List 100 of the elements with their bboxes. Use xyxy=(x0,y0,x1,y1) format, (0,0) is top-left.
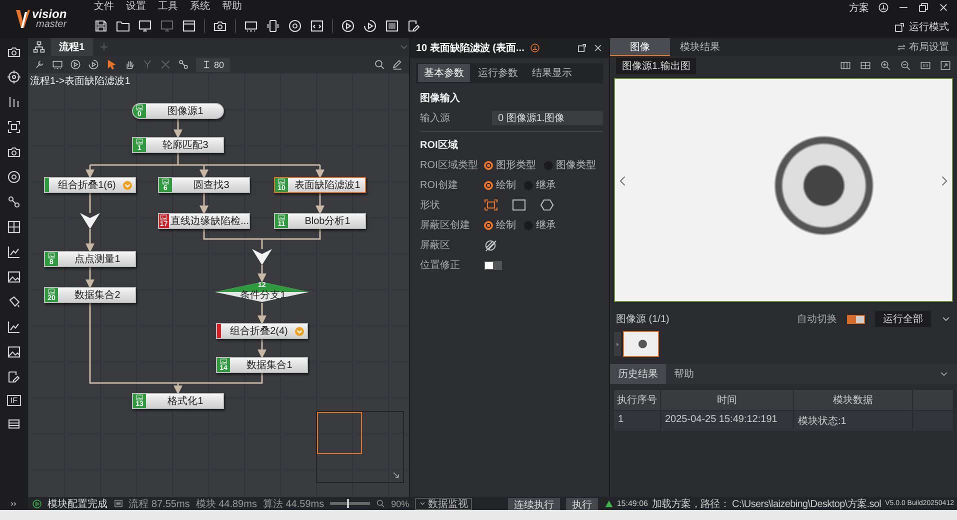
nodes-icon[interactable] xyxy=(178,59,189,70)
minimap[interactable] xyxy=(316,411,404,483)
grid-icon[interactable] xyxy=(7,220,21,234)
search-icon[interactable] xyxy=(374,59,385,70)
zoom-out-icon[interactable] xyxy=(900,60,911,71)
window-icon[interactable] xyxy=(182,18,196,32)
device-icon[interactable] xyxy=(266,18,280,32)
resize-icon[interactable] xyxy=(392,471,400,479)
target-icon[interactable] xyxy=(7,170,21,184)
run-button[interactable]: 连续执行 xyxy=(508,498,560,510)
hand-icon[interactable] xyxy=(124,59,135,70)
logic-tool-button[interactable]: IF xyxy=(7,395,21,406)
list-window-icon[interactable] xyxy=(385,18,399,32)
frame-icon[interactable] xyxy=(7,120,21,134)
module-icon xyxy=(48,252,55,259)
hexagon-icon[interactable] xyxy=(540,199,554,211)
replay-icon[interactable] xyxy=(88,59,99,70)
radio-button[interactable]: 继承 xyxy=(524,178,556,192)
actual-size-icon[interactable] xyxy=(920,60,931,71)
save-icon[interactable] xyxy=(94,18,108,32)
menu-item[interactable]: 文件 xyxy=(94,0,114,12)
view-tab[interactable]: 图像 xyxy=(610,38,670,56)
nodes-icon[interactable] xyxy=(7,195,21,209)
result-tab[interactable]: 历史结果 xyxy=(610,364,666,384)
log-icon[interactable] xyxy=(114,499,123,508)
flow-tab[interactable]: 流程1 xyxy=(51,38,93,56)
replay-icon[interactable] xyxy=(363,18,377,32)
pen-icon[interactable] xyxy=(392,59,403,70)
play-icon[interactable] xyxy=(32,498,42,508)
result-tab[interactable]: 帮助 xyxy=(666,364,702,384)
target-icon[interactable] xyxy=(288,18,302,32)
image-dropdown[interactable]: 图像源1.输出图 xyxy=(616,58,696,74)
zoom-in-icon[interactable] xyxy=(880,60,891,71)
merge-node xyxy=(252,249,272,265)
camera-icon[interactable] xyxy=(213,18,227,32)
cursor-icon[interactable] xyxy=(106,59,117,70)
input-source-dropdown[interactable]: 0 图像源1.图像 xyxy=(492,111,603,125)
code-window-icon[interactable] xyxy=(310,18,324,32)
flow-node[interactable]: 组合折叠2(4) xyxy=(216,323,308,339)
image-thumbnail[interactable] xyxy=(623,331,659,357)
play-icon[interactable] xyxy=(70,59,81,70)
close-icon[interactable] xyxy=(593,43,603,53)
close-icon[interactable] xyxy=(938,2,949,13)
view-tab[interactable]: 模块结果 xyxy=(670,38,730,56)
rectangle-icon[interactable] xyxy=(512,199,526,211)
crosshair-icon[interactable] xyxy=(860,60,871,71)
menu-item[interactable]: 设置 xyxy=(126,0,146,12)
fit-icon[interactable] xyxy=(940,60,951,71)
chart-icon[interactable] xyxy=(7,245,21,259)
menu-item[interactable]: 工具 xyxy=(158,0,178,12)
zoom-icon[interactable] xyxy=(376,499,386,508)
radio-button[interactable]: 继承 xyxy=(524,218,556,232)
data-monitor-button[interactable]: 数据监视 xyxy=(415,498,472,510)
image-icon[interactable] xyxy=(7,345,21,359)
toggle-switch[interactable] xyxy=(484,260,502,270)
camera-icon[interactable] xyxy=(7,45,21,59)
param-tab[interactable]: 结果显示 xyxy=(526,64,578,82)
spacing-field[interactable]: 80 xyxy=(196,58,230,72)
run-mode-button[interactable]: 运行模式 xyxy=(894,20,949,34)
columns-icon[interactable] xyxy=(840,60,851,71)
field-label: 形状 xyxy=(420,198,441,212)
crosshair-icon[interactable] xyxy=(7,70,21,84)
wrench-icon[interactable] xyxy=(34,59,45,70)
expander-button[interactable] xyxy=(614,332,621,356)
module-icon xyxy=(160,214,168,221)
flow-node[interactable]: 组合折叠1(6) xyxy=(44,177,136,193)
layout-settings-button[interactable]: 布局设置 xyxy=(891,38,957,56)
toggle-switch[interactable] xyxy=(847,314,865,324)
radio-button[interactable]: 图形类型 xyxy=(484,158,536,172)
scheme-menu[interactable]: 方案 xyxy=(849,0,869,14)
help-icon[interactable] xyxy=(530,43,540,53)
radio-button[interactable]: 图像类型 xyxy=(544,158,596,172)
table-icon[interactable] xyxy=(7,417,21,431)
camera-icon[interactable] xyxy=(7,145,21,159)
zoom-slider-thumb[interactable] xyxy=(347,499,350,508)
folder-icon[interactable] xyxy=(116,18,130,32)
edit-icon[interactable] xyxy=(407,18,421,32)
monitor-icon[interactable] xyxy=(138,18,152,32)
run-all-dropdown[interactable]: 运行全部 xyxy=(875,311,931,327)
play-icon[interactable] xyxy=(341,18,355,32)
edit-icon[interactable] xyxy=(7,370,21,384)
bucket-icon[interactable] xyxy=(7,295,21,309)
hatched-circle-icon[interactable] xyxy=(484,238,497,252)
run-button[interactable]: 执行 xyxy=(566,498,598,510)
dial-icon[interactable] xyxy=(878,2,889,13)
double-chevron-icon[interactable] xyxy=(10,500,18,508)
menu-item[interactable]: 系统 xyxy=(190,0,210,12)
radio-button[interactable]: 绘制 xyxy=(484,218,516,232)
popout-icon[interactable] xyxy=(577,43,587,53)
chart-icon[interactable] xyxy=(7,320,21,334)
param-tab[interactable]: 基本参数 xyxy=(418,64,470,82)
bars-icon[interactable] xyxy=(7,95,21,109)
restore-icon[interactable] xyxy=(918,2,929,13)
frame-icon[interactable] xyxy=(484,199,498,211)
image-icon[interactable] xyxy=(7,270,21,284)
menu-item[interactable]: 帮助 xyxy=(222,0,242,12)
flow-icon[interactable] xyxy=(33,41,45,53)
minimap-viewport[interactable] xyxy=(317,412,362,454)
radio-button[interactable]: 绘制 xyxy=(484,178,516,192)
param-tab[interactable]: 运行参数 xyxy=(472,64,524,82)
